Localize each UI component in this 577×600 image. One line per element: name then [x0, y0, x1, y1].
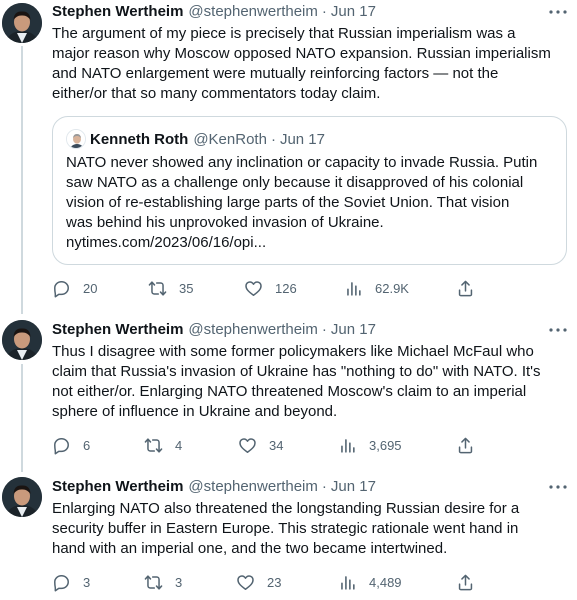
retweet-button[interactable]: 4 — [144, 435, 182, 455]
reply-button[interactable]: 6 — [52, 435, 90, 455]
avatar[interactable] — [2, 3, 42, 43]
quoted-author-handle[interactable]: @KenRoth — [193, 131, 267, 148]
tweet-header: Stephen Wertheim @stephenwertheim · Jun … — [52, 477, 376, 497]
views-icon — [347, 281, 361, 296]
separator: · — [321, 478, 327, 495]
avatar[interactable] — [2, 477, 42, 517]
reply-icon — [54, 574, 69, 591]
retweet-icon — [148, 280, 167, 296]
like-icon — [245, 280, 262, 296]
retweet-count: 4 — [175, 437, 183, 453]
views-icon — [341, 575, 355, 590]
more-icon[interactable] — [547, 320, 569, 340]
action-bar: 20 35 126 62.9K — [52, 278, 482, 298]
reply-count: 6 — [83, 437, 91, 453]
like-button[interactable]: 34 — [238, 435, 283, 455]
tweet-text: The argument of my piece is precisely th… — [52, 25, 551, 102]
tweet-date[interactable]: Jun 17 — [331, 477, 376, 497]
views-count: 62.9K — [375, 280, 409, 296]
reply-button[interactable]: 20 — [52, 278, 97, 298]
quoted-header: Kenneth Roth @KenRoth · Jun 17 — [90, 129, 325, 149]
author-name[interactable]: Stephen Wertheim — [52, 320, 183, 340]
quoted-avatar[interactable] — [66, 129, 86, 149]
more-icon[interactable] — [547, 2, 569, 22]
retweet-button[interactable]: 3 — [144, 572, 182, 592]
quoted-text: NATO never showed any inclination or cap… — [66, 154, 538, 251]
tweet-header: Stephen Wertheim @stephenwertheim · Jun … — [52, 320, 376, 340]
thread-line — [21, 46, 23, 314]
quoted-tweet[interactable]: Kenneth Roth @KenRoth · Jun 17 NATO neve… — [52, 116, 567, 265]
quoted-author-name[interactable]: Kenneth Roth — [90, 131, 188, 148]
author-name[interactable]: Stephen Wertheim — [52, 477, 183, 497]
share-button[interactable] — [456, 278, 475, 298]
reply-icon — [54, 437, 69, 454]
tweet-text: Thus I disagree with some former policym… — [52, 343, 541, 420]
share-icon — [458, 437, 473, 453]
author-handle[interactable]: @stephenwertheim — [188, 320, 317, 340]
avatar[interactable] — [2, 320, 42, 360]
like-button[interactable]: 126 — [244, 278, 297, 298]
reply-count: 3 — [83, 574, 91, 590]
author-handle[interactable]: @stephenwertheim — [188, 477, 317, 497]
retweet-icon — [144, 574, 163, 590]
tweet[interactable]: Stephen Wertheim @stephenwertheim · Jun … — [0, 0, 577, 314]
like-count: 23 — [267, 574, 282, 590]
like-count: 126 — [275, 280, 297, 296]
action-bar: 6 4 34 3,695 — [52, 435, 482, 455]
retweet-icon — [144, 437, 163, 453]
share-icon — [458, 280, 473, 296]
tweet-header: Stephen Wertheim @stephenwertheim · Jun … — [52, 2, 376, 22]
separator: · — [321, 3, 327, 20]
more-icon[interactable] — [547, 477, 569, 497]
retweet-button[interactable]: 35 — [148, 278, 193, 298]
retweet-count: 35 — [179, 280, 194, 296]
share-button[interactable] — [456, 572, 475, 592]
views-button[interactable]: 4,489 — [338, 572, 402, 592]
views-button[interactable]: 62.9K — [344, 278, 409, 298]
tweet-date[interactable]: Jun 17 — [331, 2, 376, 22]
like-icon — [237, 574, 254, 590]
reply-icon — [54, 280, 69, 297]
views-icon — [341, 438, 355, 453]
views-button[interactable]: 3,695 — [338, 435, 402, 455]
reply-button[interactable]: 3 — [52, 572, 90, 592]
like-count: 34 — [269, 437, 284, 453]
separator: · — [321, 321, 327, 338]
action-bar: 3 3 23 4,489 — [52, 572, 482, 592]
share-icon — [458, 574, 473, 590]
reply-count: 20 — [83, 280, 98, 296]
tweet-text: Enlarging NATO also threatened the longs… — [52, 500, 520, 557]
author-name[interactable]: Stephen Wertheim — [52, 2, 183, 22]
retweet-count: 3 — [175, 574, 183, 590]
author-handle[interactable]: @stephenwertheim — [188, 2, 317, 22]
like-button[interactable]: 23 — [236, 572, 281, 592]
thread-line — [21, 364, 23, 472]
quoted-date[interactable]: Jun 17 — [280, 131, 325, 148]
views-count: 4,489 — [369, 574, 402, 590]
tweet-date[interactable]: Jun 17 — [331, 320, 376, 340]
like-icon — [239, 437, 256, 453]
separator: · — [270, 130, 276, 148]
views-count: 3,695 — [369, 437, 402, 453]
share-button[interactable] — [456, 435, 475, 455]
